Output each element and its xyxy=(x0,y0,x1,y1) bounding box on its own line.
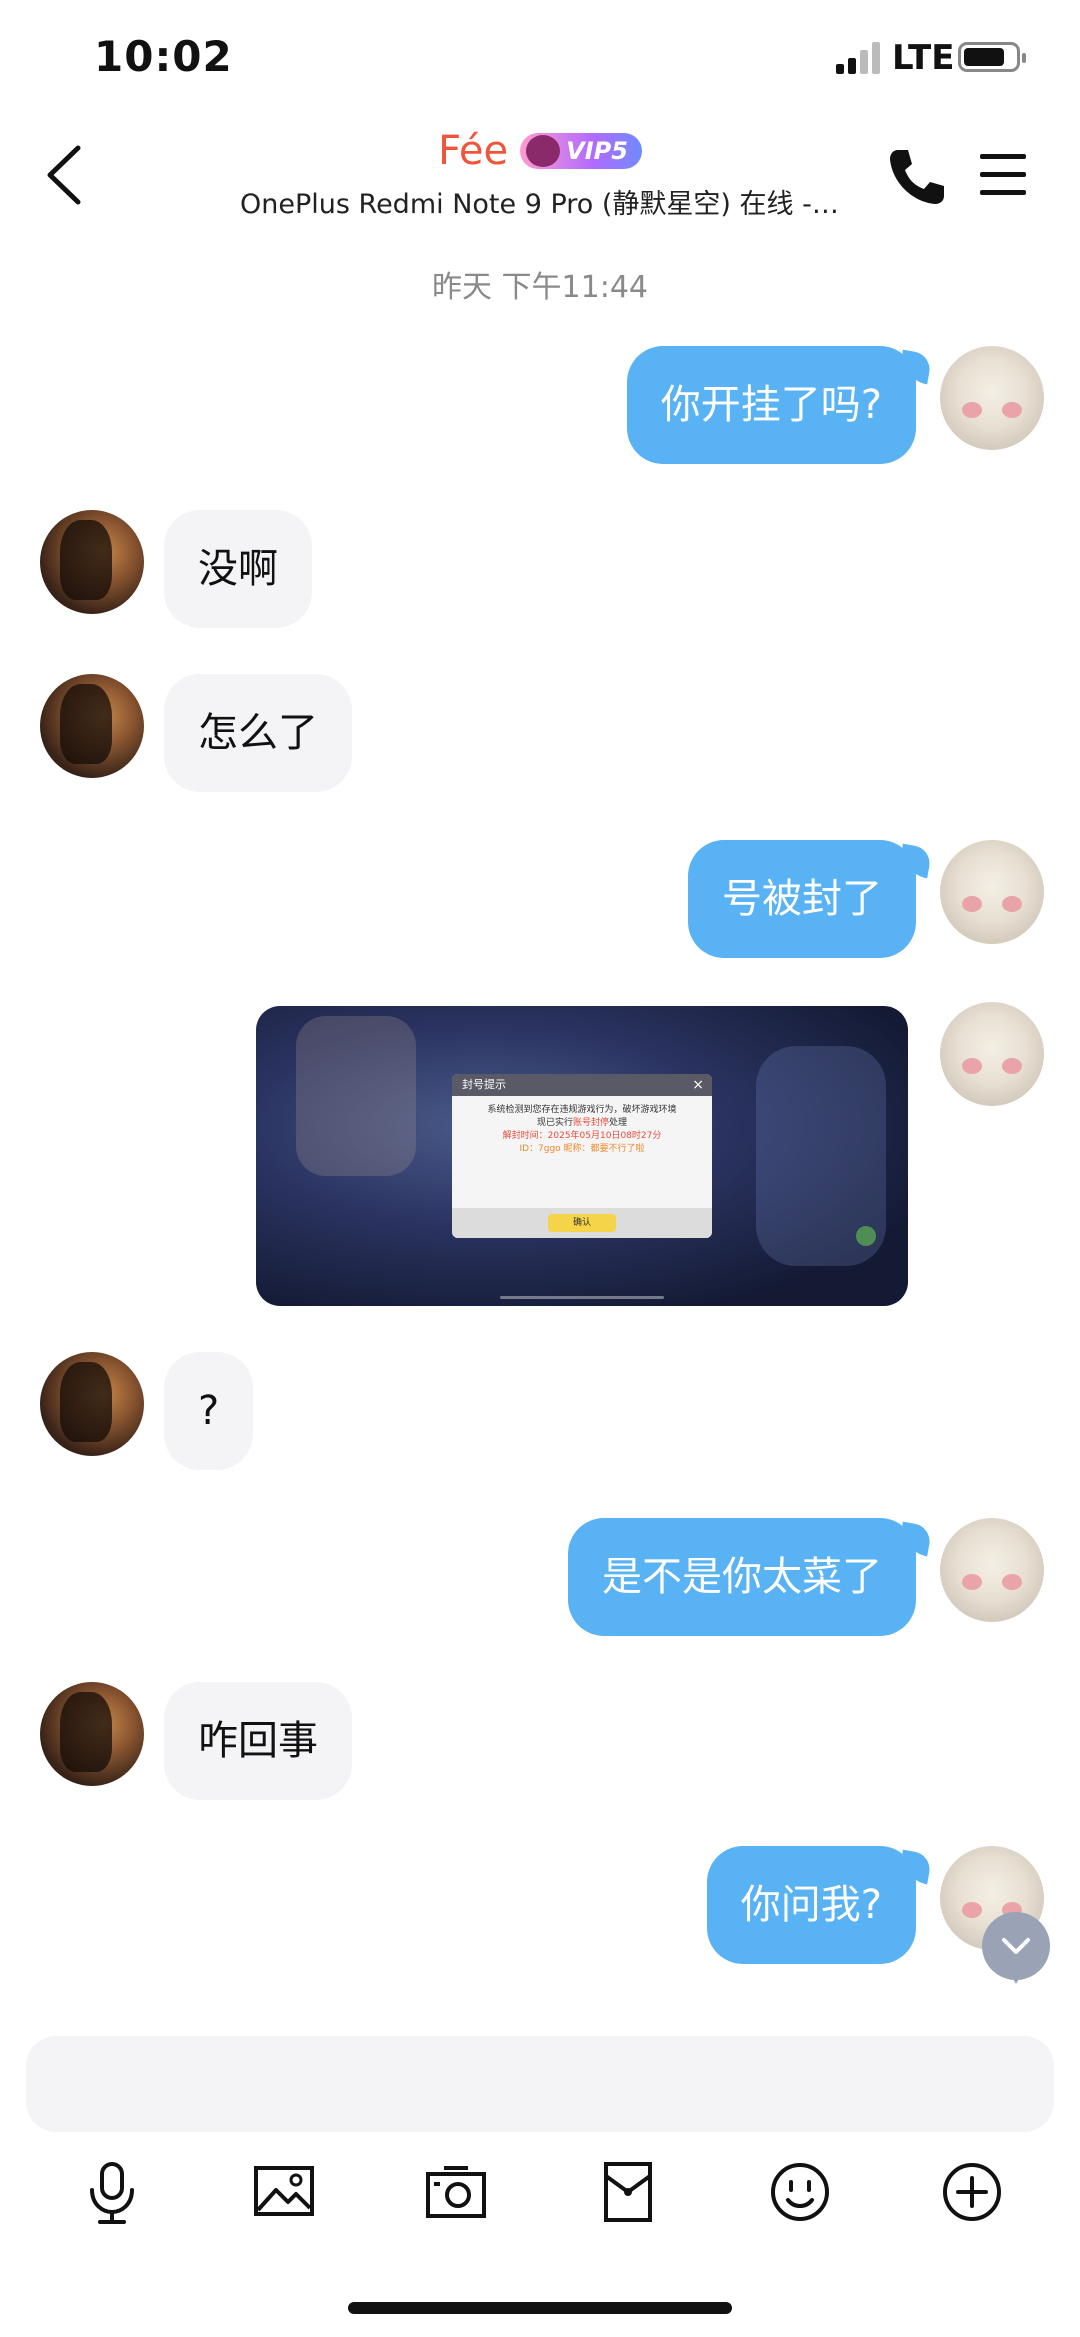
message-bubble-outgoing[interactable]: 号被封了 xyxy=(688,840,916,958)
chat-header: Fée VIP5 OnePlus Redmi Note 9 Pro (静默星空) … xyxy=(0,110,1080,250)
message-bubble-incoming[interactable]: 怎么了 xyxy=(164,674,352,792)
contact-avatar[interactable] xyxy=(40,510,144,614)
camera-button[interactable] xyxy=(420,2156,492,2228)
red-packet-button[interactable] xyxy=(592,2156,664,2228)
message-input[interactable] xyxy=(26,2036,1054,2132)
my-avatar[interactable] xyxy=(940,1518,1044,1622)
dialog-line: ID：7ggo 昵称：都要不行了啦 xyxy=(519,1144,645,1154)
message-bubble-incoming[interactable]: 咋回事 xyxy=(164,1682,352,1800)
red-packet-icon xyxy=(604,2162,652,2222)
voice-button[interactable] xyxy=(76,2156,148,2228)
dialog-line: 解封时间：2025年05月10日08时27分 xyxy=(502,1131,662,1141)
plus-icon xyxy=(943,2163,1001,2221)
message-timestamp: 昨天 下午11:44 xyxy=(432,270,648,305)
message-bubble-incoming[interactable]: ? xyxy=(164,1352,254,1470)
camera-icon xyxy=(426,2166,486,2218)
photo-button[interactable] xyxy=(248,2156,320,2228)
vip-badge: VIP5 xyxy=(520,133,642,169)
image-icon xyxy=(254,2166,314,2216)
emoji-button[interactable] xyxy=(764,2156,836,2228)
image-message[interactable]: 封号提示 × 系统检测到您存在违规游戏行为，破坏游戏环境 现已实行账号封停处理 … xyxy=(256,1006,908,1306)
scroll-to-bottom-button[interactable] xyxy=(982,1912,1050,1984)
dialog-line: 系统检测到您存在违规游戏行为，破坏游戏环境 xyxy=(487,1105,677,1115)
vip-label: VIP5 xyxy=(566,137,628,165)
network-type: LTE xyxy=(892,38,955,78)
close-icon: × xyxy=(692,1077,704,1093)
dialog-confirm: 确认 xyxy=(548,1214,616,1232)
more-button[interactable] xyxy=(936,2156,1008,2228)
message-bubble-outgoing[interactable]: 你问我? xyxy=(706,1846,916,1964)
my-avatar[interactable] xyxy=(940,346,1044,450)
home-indicator[interactable] xyxy=(348,2302,732,2314)
vip-bird-icon xyxy=(526,135,561,167)
battery-icon xyxy=(958,42,1026,72)
message-bubble-outgoing[interactable]: 你开挂了吗? xyxy=(626,346,916,464)
call-button[interactable] xyxy=(884,144,948,208)
dialog-title: 封号提示 xyxy=(462,1078,506,1091)
my-avatar[interactable] xyxy=(940,1002,1044,1106)
phone-icon xyxy=(890,150,944,204)
contact-status: OnePlus Redmi Note 9 Pro (静默星空) 在线 - W..… xyxy=(240,189,840,220)
input-toolbar xyxy=(0,2150,1080,2260)
contact-avatar[interactable] xyxy=(40,674,144,778)
menu-button[interactable] xyxy=(980,152,1030,198)
microphone-icon xyxy=(90,2162,134,2224)
contact-avatar[interactable] xyxy=(40,1352,144,1456)
contact-avatar[interactable] xyxy=(40,1682,144,1786)
my-avatar[interactable] xyxy=(940,840,1044,944)
status-time: 10:02 xyxy=(94,32,233,81)
ban-notice-dialog: 封号提示 × 系统检测到您存在违规游戏行为，破坏游戏环境 现已实行账号封停处理 … xyxy=(452,1074,712,1238)
contact-name: Fée xyxy=(438,128,509,174)
message-bubble-outgoing[interactable]: 是不是你太菜了 xyxy=(568,1518,916,1636)
chevron-down-icon xyxy=(1002,1938,1030,1954)
signal-icon xyxy=(836,42,882,74)
emoji-icon xyxy=(771,2163,829,2221)
status-bar: 10:02 LTE xyxy=(0,0,1080,110)
message-bubble-incoming[interactable]: 没啊 xyxy=(164,510,312,628)
